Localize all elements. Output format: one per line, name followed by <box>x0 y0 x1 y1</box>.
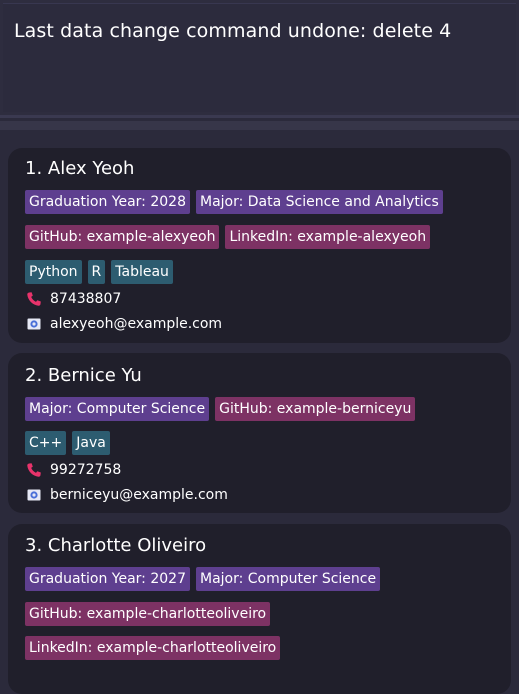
tag-major: Major: Computer Science <box>195 567 381 591</box>
person-card[interactable]: 2. Bernice Yu Major: Computer Science Gi… <box>8 353 511 513</box>
tag-skill: C++ <box>25 431 67 455</box>
phone-row: 87438807 <box>26 291 121 307</box>
tag-row: GitHub: example-charlotteoliveiro <box>25 602 271 626</box>
result-display: Last data change command undone: delete … <box>0 0 519 118</box>
tag-github: GitHub: example-alexyeoh <box>25 225 220 249</box>
tag-github: GitHub: example-charlotteoliveiro <box>25 602 271 626</box>
mail-icon <box>26 487 42 503</box>
email-address: alexyeoh@example.com <box>50 316 223 332</box>
tag-row: Python R Tableau <box>25 260 173 284</box>
email-address: berniceyu@example.com <box>50 487 228 503</box>
tag-linkedin: LinkedIn: example-charlotteoliveiro <box>25 636 281 660</box>
person-name: 2. Bernice Yu <box>25 365 142 386</box>
email-row: alexyeoh@example.com <box>26 316 222 332</box>
tag-row: Graduation Year: 2027 Major: Computer Sc… <box>25 567 381 591</box>
tag-github: GitHub: example-berniceyu <box>215 397 416 421</box>
phone-row: 99272758 <box>26 462 121 478</box>
tag-row: LinkedIn: example-charlotteoliveiro <box>25 636 281 660</box>
tag-row: Major: Computer Science GitHub: example-… <box>25 397 416 421</box>
tag-major: Major: Computer Science <box>25 397 210 421</box>
tag-skill: Tableau <box>111 260 173 284</box>
person-list[interactable]: 1. Alex Yeoh Graduation Year: 2028 Major… <box>0 130 519 694</box>
person-card[interactable]: 3. Charlotte Oliveiro Graduation Year: 2… <box>8 524 511 694</box>
tag-linkedin: LinkedIn: example-alexyeoh <box>225 225 431 249</box>
person-name: 1. Alex Yeoh <box>25 158 135 179</box>
tag-row: GitHub: example-alexyeoh LinkedIn: examp… <box>25 225 431 249</box>
person-name: 3. Charlotte Oliveiro <box>25 535 207 556</box>
phone-number: 87438807 <box>50 291 122 307</box>
tag-major: Major: Data Science and Analytics <box>195 190 443 214</box>
tag-skill: Java <box>72 431 110 455</box>
person-card[interactable]: 1. Alex Yeoh Graduation Year: 2028 Major… <box>8 148 511 343</box>
email-row: berniceyu@example.com <box>26 487 228 503</box>
tag-skill: R <box>87 260 106 284</box>
panel-divider[interactable] <box>0 121 519 130</box>
phone-icon <box>26 291 42 307</box>
phone-icon <box>26 462 42 478</box>
tag-row: C++ Java <box>25 431 110 455</box>
result-message: Last data change command undone: delete … <box>14 20 452 42</box>
tag-skill: Python <box>25 260 82 284</box>
tag-row: Graduation Year: 2028 Major: Data Scienc… <box>25 190 443 214</box>
tag-graduation-year: Graduation Year: 2028 <box>25 190 190 214</box>
tag-graduation-year: Graduation Year: 2027 <box>25 567 190 591</box>
mail-icon <box>26 316 42 332</box>
phone-number: 99272758 <box>50 462 122 478</box>
